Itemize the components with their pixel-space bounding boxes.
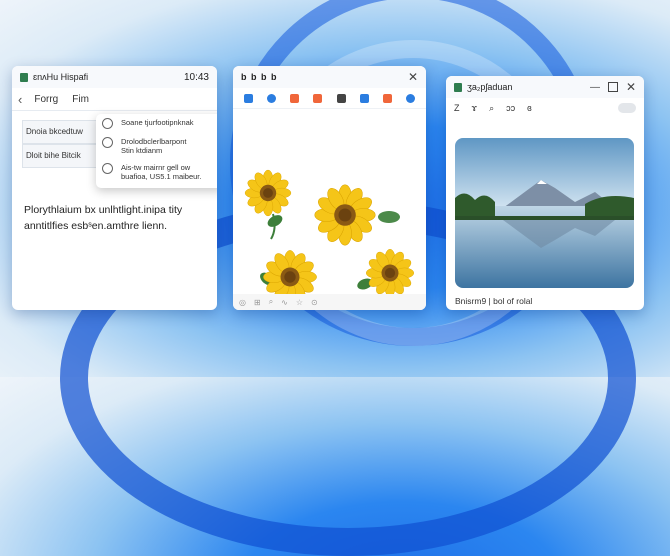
text-field[interactable]: Dloit bihe Bitcik (22, 144, 99, 168)
tab-fim[interactable]: Fim (72, 94, 89, 105)
notes-titlebar: ɛnʌHu Hispafi 10:43 (12, 66, 217, 88)
tool-icon[interactable] (359, 93, 369, 103)
maximize-icon[interactable] (607, 82, 618, 92)
refresh-icon (102, 137, 113, 148)
tab-forrg[interactable]: Forrg (34, 94, 58, 105)
sticker-window: b b b b ✕ ◎ ⊞ ⌕ ∿ ☆ ⊙ (233, 66, 426, 310)
tool-icon[interactable] (244, 93, 254, 103)
sticker-footer: ◎ ⊞ ⌕ ∿ ☆ ⊙ (233, 294, 426, 310)
chevron-left-icon[interactable]: ‹ (18, 92, 22, 107)
footer-icon[interactable]: ☆ (296, 298, 303, 307)
footer-icon[interactable]: ◎ (239, 298, 246, 307)
text-field[interactable]: Dnoia bkcedtuw (22, 120, 99, 144)
sunflower (357, 248, 415, 306)
menu-item[interactable]: Soane tjurfootipnknak (96, 114, 217, 133)
landscape-image (455, 138, 634, 288)
app-icon (454, 82, 462, 92)
photo-title: ʒa₂pʃaduan (467, 82, 513, 92)
sunflower-canvas (244, 169, 415, 310)
footer-icon[interactable]: ∿ (281, 298, 288, 307)
refresh-icon (102, 163, 113, 174)
tool-icon[interactable] (405, 93, 415, 103)
tool-icon[interactable] (290, 93, 300, 103)
toggle[interactable] (618, 103, 636, 113)
notes-title: ɛnʌHu Hispafi (33, 72, 89, 82)
sticker-title: b b b b (241, 72, 278, 82)
menu-item-label: Drolodbclerlbarpont Stin ktdianm (121, 137, 187, 155)
menu-item[interactable]: Ais-tw mairnr gell ow buafioa, US5.1 mai… (96, 159, 217, 185)
footer-icon[interactable]: ⌕ (269, 297, 273, 307)
minimize-icon[interactable]: — (590, 82, 600, 93)
notes-nav: ‹ Forrg Fim (12, 88, 217, 111)
sticker-toolbar (233, 88, 426, 109)
photo-titlebar: ʒa₂pʃaduan — ✕ (446, 76, 644, 98)
toolbar-button[interactable]: ɔɔ (506, 103, 515, 113)
sunflower (314, 184, 400, 246)
sticker-titlebar: b b b b ✕ (233, 66, 426, 88)
toolbar-button[interactable]: ɞ (527, 103, 532, 113)
menu-item-label: Soane tjurfootipnknak (121, 118, 194, 127)
app-icon (20, 72, 28, 82)
close-icon[interactable]: ✕ (626, 80, 636, 94)
notes-window: ɛnʌHu Hispafi 10:43 ‹ Forrg Fim Dnoia bk… (12, 66, 217, 310)
close-icon[interactable]: ✕ (408, 70, 418, 84)
landscape-photo[interactable] (455, 138, 634, 288)
footer-icon[interactable]: ⊞ (254, 298, 261, 307)
clock-time: 10:43 (183, 71, 209, 83)
menu-item-label: Ais-tw mairnr gell ow buafioa, US5.1 mai… (121, 163, 202, 181)
toolbar-button[interactable]: ɤ (472, 103, 478, 113)
photo-window: ʒa₂pʃaduan — ✕ Z ɤ ⌕ ɔɔ ɞ Bnisrm9 | bol … (446, 76, 644, 310)
toolbar-button[interactable]: Z (454, 103, 460, 113)
menu-item[interactable]: Drolodbclerlbarpont Stin ktdianm (96, 133, 217, 159)
photo-caption: Bnisrm9 | bol of rolal (455, 296, 533, 306)
sunflower (260, 249, 318, 310)
note-body[interactable]: Plorythlaium bx unlhtlight.inipa tity an… (24, 202, 204, 234)
context-menu: Soane tjurfootipnknak Drolodbclerlbarpon… (96, 114, 217, 188)
search-icon[interactable]: ⌕ (489, 103, 494, 114)
tool-icon[interactable] (382, 93, 392, 103)
footer-icon[interactable]: ⊙ (311, 298, 318, 307)
tool-icon[interactable] (336, 93, 346, 103)
photo-toolbar: Z ɤ ⌕ ɔɔ ɞ (446, 98, 644, 118)
tool-icon[interactable] (313, 93, 323, 103)
tool-icon[interactable] (267, 93, 277, 103)
sunflower (244, 169, 292, 240)
refresh-icon (102, 118, 113, 129)
